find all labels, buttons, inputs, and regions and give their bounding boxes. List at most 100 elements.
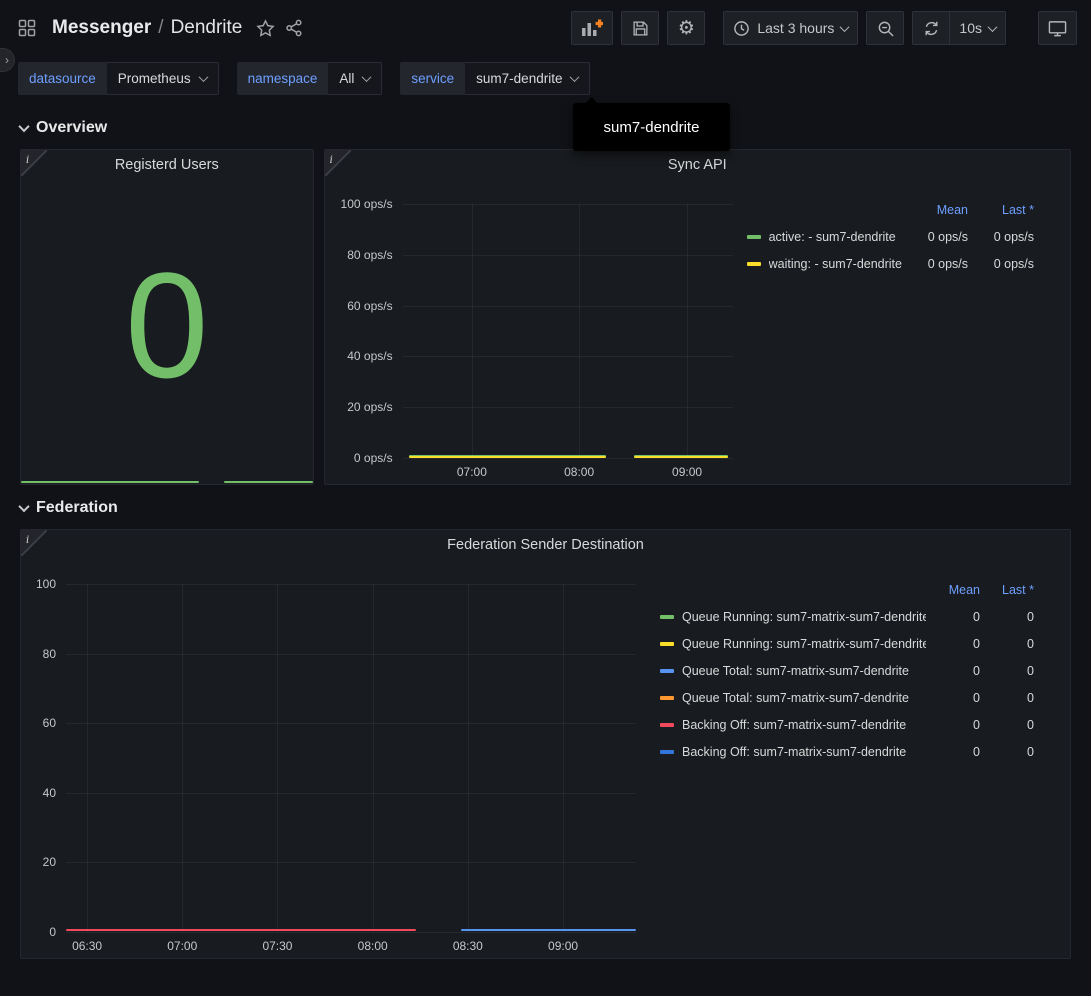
legend-row: Queue Total: sum7-matrix-sum7-dendrite00	[660, 684, 1034, 711]
variable-value-dropdown[interactable]: All	[328, 62, 382, 95]
variable-value-dropdown[interactable]: Prometheus	[107, 62, 219, 95]
breadcrumb-dashboard[interactable]: Dendrite	[171, 17, 243, 39]
breadcrumb-folder[interactable]: Messenger	[52, 17, 151, 39]
plot-area[interactable]	[66, 584, 636, 932]
series-mean-value: 0	[926, 745, 980, 759]
chevron-down-icon	[198, 72, 208, 82]
sync-api-chart: 0 ops/s20 ops/s40 ops/s60 ops/s80 ops/s1…	[325, 180, 1070, 484]
variable-label: service	[400, 62, 465, 95]
series-mean-value: 0	[926, 664, 980, 678]
section-overview: Overview i Registerd Users 0 i Sync API …	[0, 113, 1091, 485]
legend-header: MeanLast *	[660, 576, 1034, 603]
y-tick-label: 0 ops/s	[354, 451, 393, 465]
legend-column-header[interactable]: Mean	[902, 203, 968, 217]
x-tick-label: 08:00	[564, 465, 594, 479]
series-name[interactable]: Queue Running: sum7-matrix-sum7-dendrite	[682, 637, 926, 651]
x-tick-label: 09:00	[548, 939, 578, 953]
chevron-down-icon	[988, 22, 998, 32]
series-color-marker	[660, 723, 674, 727]
series-name[interactable]: waiting: - sum7-dendrite	[769, 257, 902, 271]
panel-title[interactable]: Sync API	[325, 150, 1070, 180]
series-last-value: 0 ops/s	[968, 257, 1034, 271]
row-header-federation[interactable]: Federation	[20, 493, 1071, 523]
h-gridline	[66, 862, 636, 863]
series-name[interactable]: Backing Off: sum7-matrix-sum7-dendrite	[682, 745, 926, 759]
variable-value-dropdown[interactable]: sum7-dendrite	[465, 62, 590, 95]
sparkline-segment	[21, 481, 199, 483]
series-name[interactable]: active: - sum7-dendrite	[769, 230, 902, 244]
variable-tooltip-text: sum7-dendrite	[604, 119, 700, 136]
series-last-value: 0	[980, 637, 1034, 651]
variable-namespace: namespace All	[237, 62, 383, 95]
save-dashboard-button[interactable]	[621, 11, 659, 45]
series-mean-value: 0	[926, 637, 980, 651]
series-line	[634, 456, 728, 458]
x-axis: 06:3007:0007:3008:0008:3009:00	[66, 932, 636, 958]
share-icon[interactable]	[285, 19, 303, 37]
series-last-value: 0	[980, 664, 1034, 678]
top-navbar: Messenger / Dendrite	[0, 0, 1091, 56]
federation-sender-chart: 020406080100 06:3007:0007:3008:0008:3009…	[21, 560, 1070, 958]
add-panel-button[interactable]	[571, 11, 613, 45]
y-tick-label: 20 ops/s	[347, 400, 392, 414]
y-tick-label: 80	[43, 647, 56, 661]
legend-row: waiting: - sum7-dendrite0 ops/s0 ops/s	[747, 250, 1034, 277]
legend: MeanLast *active: - sum7-dendrite0 ops/s…	[733, 180, 1070, 484]
star-icon[interactable]	[256, 19, 275, 38]
h-gridline	[66, 654, 636, 655]
legend-row: Backing Off: sum7-matrix-sum7-dendrite00	[660, 738, 1034, 765]
zoom-out-button[interactable]	[866, 11, 904, 45]
x-tick-label: 06:30	[72, 939, 102, 953]
v-gridline	[87, 584, 88, 932]
series-last-value: 0	[980, 745, 1034, 759]
legend-column-header[interactable]: Mean	[926, 583, 980, 597]
panel-info-icon[interactable]: i	[21, 530, 47, 556]
time-range-picker[interactable]: Last 3 hours	[723, 11, 858, 45]
refresh-button[interactable]	[912, 11, 950, 45]
y-tick-label: 40 ops/s	[347, 349, 392, 363]
h-gridline	[403, 255, 733, 256]
variable-tooltip: sum7-dendrite	[573, 103, 730, 151]
series-color-marker	[660, 642, 674, 646]
h-gridline	[403, 356, 733, 357]
panel-info-icon[interactable]: i	[21, 150, 47, 176]
stat-value: 0	[21, 180, 313, 470]
panel-title[interactable]: Federation Sender Destination	[21, 530, 1070, 560]
legend-header: MeanLast *	[747, 196, 1034, 223]
v-gridline	[563, 584, 564, 932]
tv-mode-button[interactable]	[1038, 11, 1077, 45]
series-mean-value: 0 ops/s	[902, 230, 968, 244]
series-name[interactable]: Backing Off: sum7-matrix-sum7-dendrite	[682, 718, 926, 732]
chevron-down-icon	[362, 72, 372, 82]
y-tick-label: 40	[43, 786, 56, 800]
legend: MeanLast * Queue Running: sum7-matrix-sum…	[636, 560, 1070, 958]
legend-column-header[interactable]: Last *	[980, 583, 1034, 597]
v-gridline	[277, 584, 278, 932]
refresh-interval-picker[interactable]: 10s	[950, 11, 1006, 45]
panel-title[interactable]: Registerd Users	[21, 150, 313, 180]
plot-area[interactable]	[403, 204, 733, 458]
series-name[interactable]: Queue Total: sum7-matrix-sum7-dendrite	[682, 691, 926, 705]
panel-registered-users: i Registerd Users 0	[20, 149, 314, 485]
refresh-interval-label: 10s	[959, 20, 982, 36]
x-tick-label: 07:30	[262, 939, 292, 953]
panel-info-icon[interactable]: i	[325, 150, 351, 176]
legend-column-header[interactable]: Last *	[968, 203, 1034, 217]
apps-menu-icon[interactable]	[18, 19, 36, 37]
v-gridline	[373, 584, 374, 932]
chevron-down-icon	[18, 121, 29, 132]
series-line	[66, 929, 416, 931]
dashboard-settings-button[interactable]: ⚙	[667, 11, 705, 45]
y-tick-label: 100	[36, 577, 56, 591]
row-header-overview[interactable]: Overview	[20, 113, 1071, 143]
series-name[interactable]: Queue Total: sum7-matrix-sum7-dendrite	[682, 664, 926, 678]
y-tick-label: 60 ops/s	[347, 299, 392, 313]
series-name[interactable]: Queue Running: sum7-matrix-sum7-dendrite	[682, 610, 926, 624]
x-tick-label: 08:30	[453, 939, 483, 953]
series-last-value: 0 ops/s	[968, 230, 1034, 244]
h-gridline	[66, 584, 636, 585]
monitor-icon	[1048, 19, 1067, 38]
zoom-out-icon	[877, 20, 894, 37]
gear-icon: ⚙	[678, 19, 695, 38]
series-last-value: 0	[980, 718, 1034, 732]
